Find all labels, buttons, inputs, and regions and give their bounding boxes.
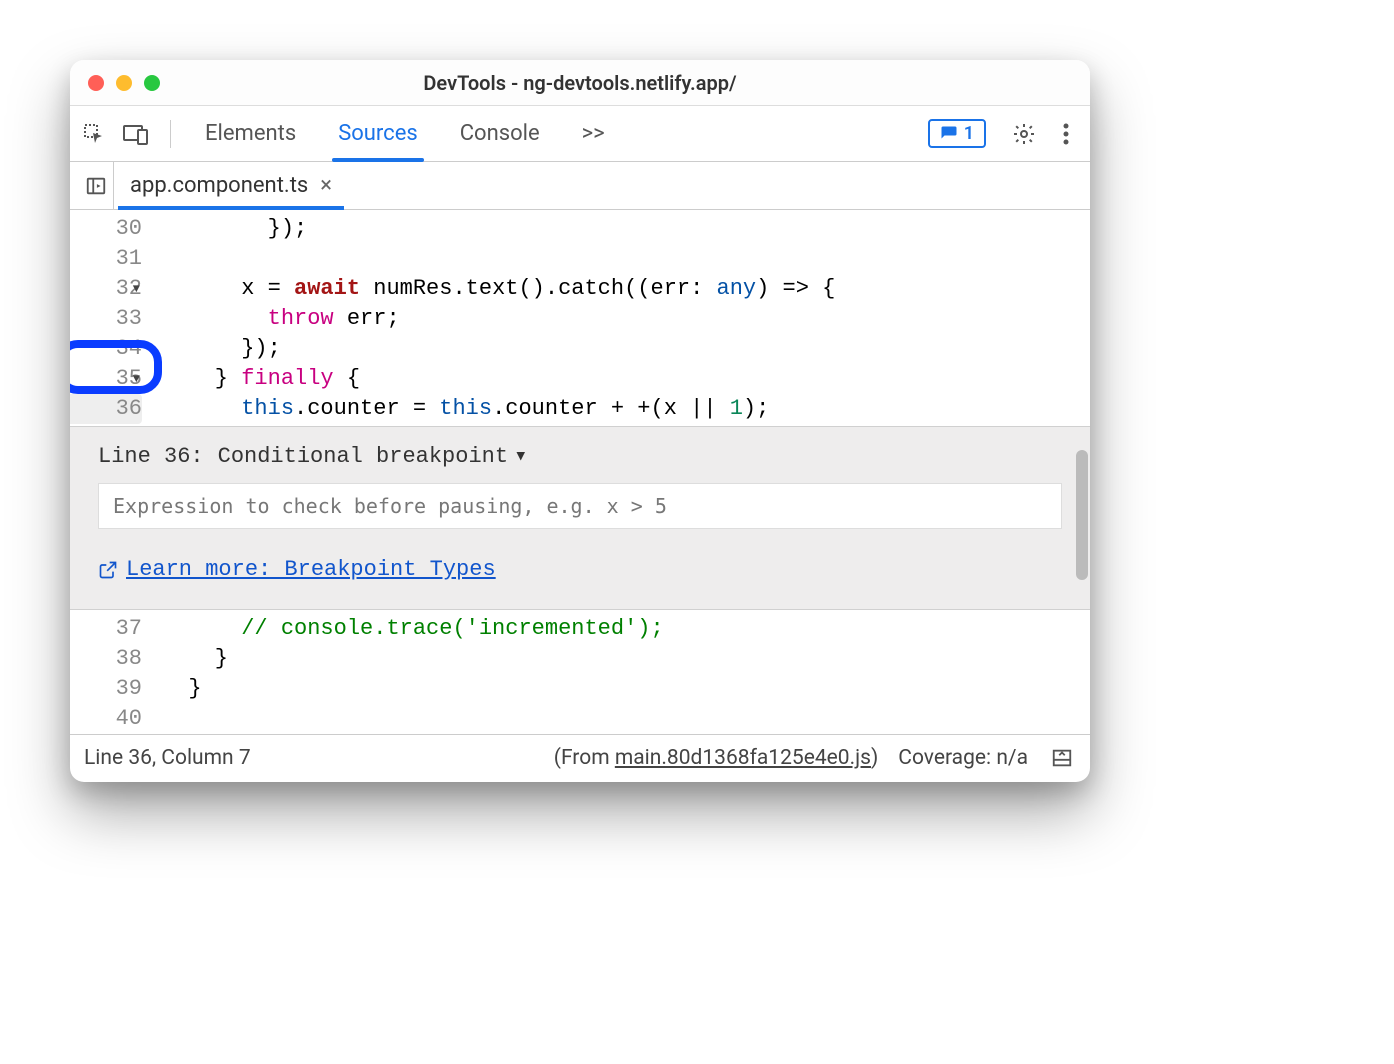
code-line[interactable]: }	[162, 644, 1090, 674]
fold-icon[interactable]: ▼	[133, 364, 140, 394]
breakpoint-inline-widget: Line 36: Conditional breakpoint ▾ Learn …	[70, 426, 1090, 610]
line-number[interactable]: 37	[70, 614, 142, 644]
minimize-window-button[interactable]	[116, 75, 132, 91]
line-number[interactable]: 31	[70, 244, 142, 274]
sourcemap-info: (From main.80d1368fa125e4e0.js)	[554, 746, 879, 770]
line-number[interactable]: 40	[70, 704, 142, 734]
titlebar: DevTools - ng-devtools.netlify.app/	[70, 60, 1090, 106]
code-line[interactable]	[162, 244, 1090, 274]
close-window-button[interactable]	[88, 75, 104, 91]
code-area[interactable]: // console.trace('incremented'); } }	[162, 610, 1090, 734]
chevron-down-icon: ▾	[514, 443, 527, 469]
file-tab-name: app.component.ts	[130, 173, 308, 198]
close-tab-icon[interactable]: ×	[320, 173, 332, 198]
inspect-element-icon[interactable]	[80, 120, 108, 148]
code-line[interactable]: } finally {	[162, 364, 1090, 394]
breakpoint-type-label: Conditional breakpoint	[218, 444, 508, 469]
tab-console[interactable]: Console	[446, 106, 554, 161]
line-number[interactable]: 33	[70, 304, 142, 334]
breakpoint-type-select[interactable]: Conditional breakpoint ▾	[218, 443, 528, 469]
statusbar: Line 36, Column 7 (From main.80d1368fa12…	[70, 734, 1090, 782]
device-toolbar-icon[interactable]	[122, 120, 150, 148]
coverage-info: Coverage: n/a	[898, 746, 1028, 770]
scrollbar-thumb[interactable]	[1076, 450, 1088, 580]
navigator-toggle-icon[interactable]	[78, 162, 114, 209]
main-toolbar: Elements Sources Console >> 1	[70, 106, 1090, 162]
code-area[interactable]: }); x = await numRes.text().catch((err: …	[162, 210, 1090, 424]
file-tab-active[interactable]: app.component.ts ×	[114, 162, 348, 209]
line-number[interactable]: 32▼	[70, 274, 142, 304]
sourcemap-link[interactable]: main.80d1368fa125e4e0.js	[615, 746, 871, 770]
window-title: DevTools - ng-devtools.netlify.app/	[70, 71, 1090, 95]
code-line[interactable]: // console.trace('incremented');	[162, 614, 1090, 644]
editor-columns: 303132▼333435▼36 }); x = await numRes.te…	[70, 210, 1090, 734]
more-menu-icon[interactable]	[1052, 120, 1080, 148]
line-number[interactable]: 39	[70, 674, 142, 704]
code-editor[interactable]: 303132▼333435▼36 }); x = await numRes.te…	[70, 210, 1090, 734]
code-line[interactable]: });	[162, 214, 1090, 244]
fold-icon[interactable]: ▼	[133, 274, 140, 304]
traffic-lights	[70, 75, 160, 91]
file-tab-bar: app.component.ts ×	[70, 162, 1090, 210]
learn-more-link[interactable]: Learn more: Breakpoint Types	[98, 557, 496, 582]
tab-sources[interactable]: Sources	[324, 106, 432, 161]
line-gutter[interactable]: 303132▼333435▼36	[70, 210, 162, 424]
maximize-window-button[interactable]	[144, 75, 160, 91]
issues-count: 1	[964, 123, 974, 144]
tabs-overflow[interactable]: >>	[568, 106, 619, 161]
issues-badge[interactable]: 1	[928, 119, 986, 148]
learn-more-text: Learn more: Breakpoint Types	[126, 557, 496, 582]
line-number[interactable]: 34	[70, 334, 142, 364]
toolbar-divider	[170, 120, 171, 148]
code-line[interactable]: }	[162, 674, 1090, 704]
line-number[interactable]: 38	[70, 644, 142, 674]
code-line[interactable]: this.counter = this.counter + +(x || 1);	[162, 394, 1090, 424]
code-line[interactable]	[162, 704, 1090, 734]
breakpoint-condition-input[interactable]	[98, 483, 1062, 529]
devtools-window: DevTools - ng-devtools.netlify.app/ Elem…	[70, 60, 1090, 782]
show-drawer-icon[interactable]	[1048, 744, 1076, 772]
code-line[interactable]: throw err;	[162, 304, 1090, 334]
code-line[interactable]: });	[162, 334, 1090, 364]
line-number[interactable]: 35▼	[70, 364, 142, 394]
line-number[interactable]: 36	[70, 394, 142, 424]
tab-elements[interactable]: Elements	[191, 106, 310, 161]
settings-icon[interactable]	[1010, 120, 1038, 148]
code-line[interactable]: x = await numRes.text().catch((err: any)…	[162, 274, 1090, 304]
line-gutter[interactable]: 37383940	[70, 610, 162, 734]
breakpoint-line-label: Line 36:	[98, 444, 204, 469]
cursor-position: Line 36, Column 7	[84, 746, 251, 770]
line-number[interactable]: 30	[70, 214, 142, 244]
